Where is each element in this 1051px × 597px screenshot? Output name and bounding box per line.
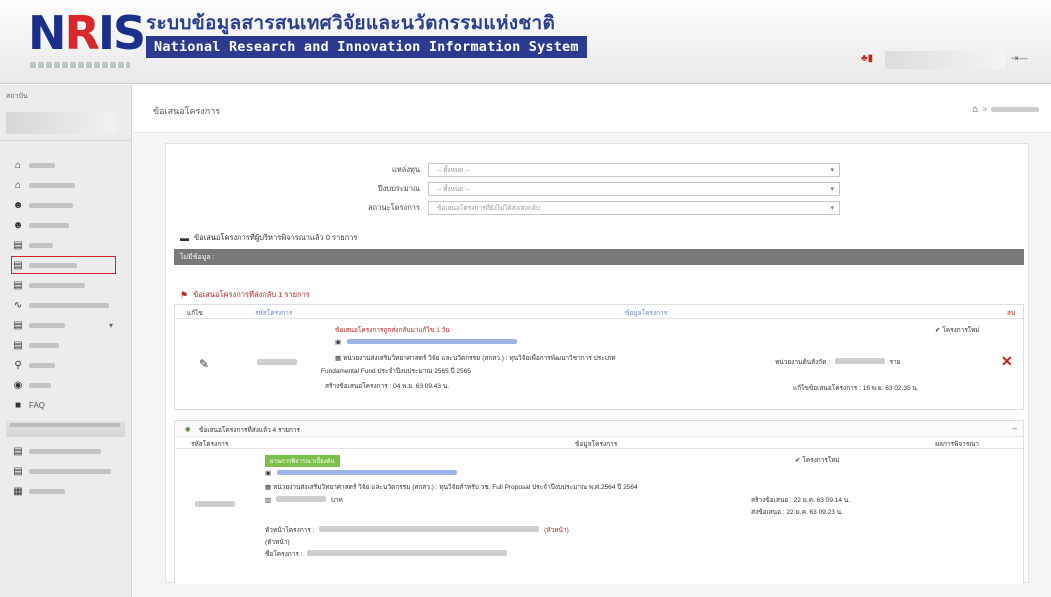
- user-icon: ☻: [12, 219, 24, 231]
- chevron-down-icon: ▾: [830, 186, 834, 193]
- sidebar-item-data[interactable]: ▤: [0, 235, 131, 255]
- no-data-bar: ไม่มีข้อมูล :: [174, 249, 1024, 265]
- returned-notice: ข้อเสนอโครงการถูกส่งกลับมาแก้ไข 1 วัน: [335, 327, 450, 334]
- sidebar-item-proposal[interactable]: ▤: [10, 255, 117, 275]
- main-content: ข้อเสนอโครงการ ⌂ > แหล่งทุน -- ทั้งหมด -…: [133, 85, 1051, 597]
- submitted-table-header: รหัสโครงการ ข้อมูลโครงการ ผลการพิจารณา: [175, 437, 1023, 449]
- chart-icon: ∿: [13, 299, 23, 311]
- home-icon[interactable]: ⌂: [972, 104, 978, 115]
- collapse-icon[interactable]: –: [1013, 424, 1017, 433]
- doc-icon: ▣: [265, 470, 272, 477]
- submitted-section-head: ◉ ข้อเสนอโครงการที่ส่งแล้ว 4 รายการ –: [175, 421, 1023, 437]
- chevron-down-icon: ▾: [830, 205, 834, 212]
- search-icon: ⚲: [14, 359, 22, 371]
- app-title-english: National Research and Innovation Informa…: [146, 36, 587, 58]
- sidebar-item-reports[interactable]: ▤ ▾: [0, 315, 131, 335]
- delete-icon[interactable]: ✕: [1001, 353, 1013, 369]
- sidebar: สถาบัน ⌂ ⌂ ☻ ☻ ▤ ▤ ▤ ∿ ▤ ▾ ▤ ⚲ ◉ ■ FAQ ▤ ▤…: [0, 85, 132, 597]
- project-code: [195, 501, 235, 507]
- user-panel: สถาบัน: [0, 85, 131, 141]
- status-select[interactable]: ข้อเสนอโครงการที่ยังไม่ได้ส่ง/ส่งกลับ ▾: [428, 201, 840, 215]
- nris-logo[interactable]: NRIS: [28, 8, 146, 74]
- bank-icon: ▦: [265, 484, 272, 491]
- user-icon: ☻: [12, 199, 24, 211]
- sidebar-item-sub-2[interactable]: ▤: [0, 461, 131, 481]
- faq-icon: ■: [14, 399, 22, 411]
- sidebar-item-sub-1[interactable]: ▤: [0, 441, 131, 461]
- filter-year-row: ปีงบประมาณ -- ทั้งหมด -- ▾: [296, 181, 840, 197]
- app-title-thai: ระบบข้อมูลสารสนเทศวิจัยและนวัตกรรมแห่งชา…: [146, 12, 556, 34]
- submitted-table: ◉ ข้อเสนอโครงการที่ส่งแล้ว 4 รายการ – รห…: [174, 420, 1024, 584]
- money-icon: ▥: [265, 497, 272, 504]
- sidebar-item-researcher[interactable]: ☻: [0, 195, 131, 215]
- doc-icon: ▣: [335, 339, 342, 346]
- top-header: NRIS ระบบข้อมูลสารสนเทศวิจัยและนวัตกรรมแ…: [0, 0, 1051, 84]
- pending-section-head: ▬ ข้อเสนอโครงการที่ผู้บริหารพิจารณาแล้ว …: [180, 233, 358, 243]
- check-icon: ✔: [795, 457, 801, 464]
- logout-icon[interactable]: ⇥—: [1011, 53, 1041, 67]
- flag-icon: ⚑: [180, 289, 189, 300]
- project-code: [257, 359, 297, 365]
- sidebar-item-sub-3[interactable]: ▦: [0, 481, 131, 501]
- returned-section-head: ⚑ ข้อเสนอโครงการที่ส่งกลับ 1 รายการ: [180, 289, 310, 300]
- home-icon: ⌂: [14, 159, 22, 171]
- sidebar-section-header: [6, 421, 125, 437]
- sidebar-item-home[interactable]: ⌂: [0, 155, 131, 175]
- returned-table-header: แก้ไข รหัสโครงการ ข้อมูลโครงการ ลบ: [175, 305, 1023, 319]
- sidebar-item-progress[interactable]: ∿: [0, 295, 131, 315]
- sidebar-item-org-home[interactable]: ⌂: [0, 175, 131, 195]
- eye-icon: ◉: [185, 426, 191, 433]
- project-title-link[interactable]: [276, 470, 457, 475]
- notification-icon[interactable]: ♣▮: [861, 53, 879, 67]
- proposal-panel: แหล่งทุน -- ทั้งหมด -- ▾ ปีงบประมาณ -- ทั…: [165, 143, 1029, 584]
- proposal-icon: ▤: [13, 259, 23, 271]
- list-icon: ▬: [180, 233, 189, 243]
- doc-icon: ▤: [13, 239, 23, 251]
- report-icon: ▤: [13, 319, 23, 331]
- edit-icon[interactable]: ✎: [199, 357, 209, 371]
- status-badge: ผ่านการพิจารณาเบื้องต้น: [265, 455, 340, 467]
- sidebar-item-researcher-2[interactable]: ☻: [0, 215, 131, 235]
- home-icon: ⌂: [14, 179, 22, 191]
- check-icon: ✔: [935, 327, 941, 334]
- year-select[interactable]: -- ทั้งหมด -- ▾: [428, 182, 840, 196]
- doc-icon: ▤: [13, 279, 23, 291]
- chevron-down-icon: ▾: [830, 167, 834, 174]
- globe-icon: ◉: [13, 379, 23, 391]
- settings-icon: ▦: [13, 485, 23, 497]
- project-title-link[interactable]: [346, 339, 517, 344]
- sidebar-item-guide[interactable]: ◉: [0, 375, 131, 395]
- bank-icon: ▦: [335, 355, 342, 362]
- calendar-icon: ▤: [13, 339, 23, 351]
- filter-status-row: สถานะโครงการ ข้อเสนอโครงการที่ยังไม่ได้ส…: [296, 200, 840, 216]
- list-icon: ▤: [13, 445, 23, 457]
- sidebar-item-projects[interactable]: ▤: [0, 275, 131, 295]
- sidebar-item-search[interactable]: ⚲: [0, 355, 131, 375]
- list-icon: ▤: [13, 465, 23, 477]
- page-title: ข้อเสนอโครงการ: [153, 106, 221, 116]
- sidebar-menu: ⌂ ⌂ ☻ ☻ ▤ ▤ ▤ ∿ ▤ ▾ ▤ ⚲ ◉ ■ FAQ: [0, 155, 131, 415]
- user-menu[interactable]: [885, 51, 1005, 69]
- breadcrumb: ข้อเสนอโครงการ ⌂ >: [133, 85, 1051, 133]
- breadcrumb-current[interactable]: [991, 107, 1039, 112]
- chevron-down-icon: ▾: [108, 320, 113, 330]
- filter-fund-row: แหล่งทุน -- ทั้งหมด -- ▾: [296, 162, 840, 178]
- returned-table: แก้ไข รหัสโครงการ ข้อมูลโครงการ ลบ ข้อเส…: [174, 304, 1024, 410]
- sidebar-item-calendar[interactable]: ▤: [0, 335, 131, 355]
- fund-select[interactable]: -- ทั้งหมด -- ▾: [428, 163, 840, 177]
- sidebar-item-faq[interactable]: ■ FAQ: [0, 395, 131, 415]
